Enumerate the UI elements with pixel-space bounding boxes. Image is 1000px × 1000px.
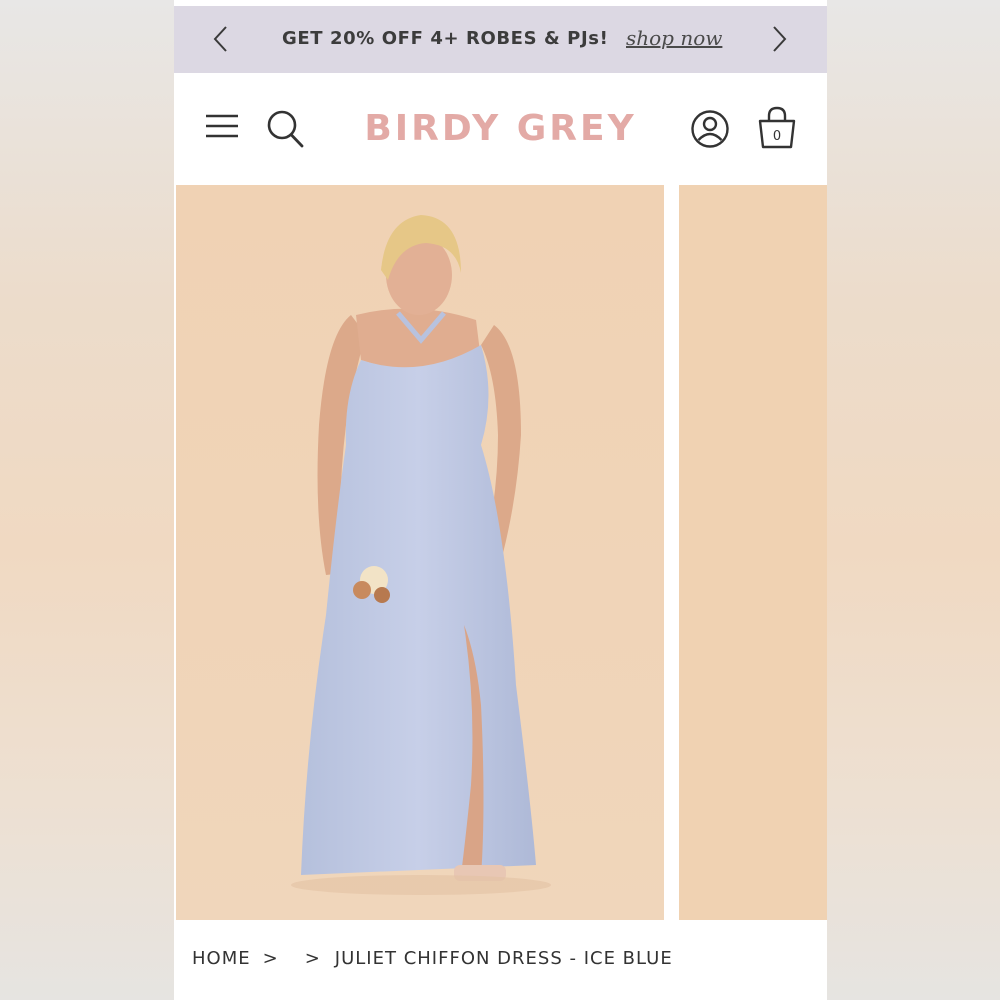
breadcrumb-home[interactable]: HOME xyxy=(192,948,251,969)
shopping-bag-icon[interactable]: 0 xyxy=(756,105,798,151)
promo-text: GET 20% OFF 4+ ROBES & PJs! xyxy=(282,28,609,49)
site-header: BIRDY GREY 0 xyxy=(174,73,827,185)
product-image-main[interactable] xyxy=(176,185,664,920)
chevron-right-icon[interactable] xyxy=(764,24,794,54)
blurred-background-left xyxy=(0,0,174,1000)
product-gallery xyxy=(174,185,827,920)
breadcrumb-separator: > xyxy=(304,948,321,969)
breadcrumb: HOME > > JULIET CHIFFON DRESS - ICE BLUE xyxy=(192,948,673,976)
cart-count: 0 xyxy=(773,129,781,144)
mobile-page: GET 20% OFF 4+ ROBES & PJs! shop now BIR… xyxy=(174,0,827,1000)
breadcrumb-current: JULIET CHIFFON DRESS - ICE BLUE xyxy=(334,948,673,969)
product-photo xyxy=(176,185,664,920)
product-image-next[interactable] xyxy=(679,185,827,920)
account-icon[interactable] xyxy=(690,109,730,149)
chevron-left-icon[interactable] xyxy=(206,24,236,54)
breadcrumb-separator: > xyxy=(262,948,279,969)
blurred-background-right xyxy=(827,0,1000,1000)
promo-banner: GET 20% OFF 4+ ROBES & PJs! shop now xyxy=(174,6,827,73)
shop-now-link[interactable]: shop now xyxy=(626,26,722,50)
